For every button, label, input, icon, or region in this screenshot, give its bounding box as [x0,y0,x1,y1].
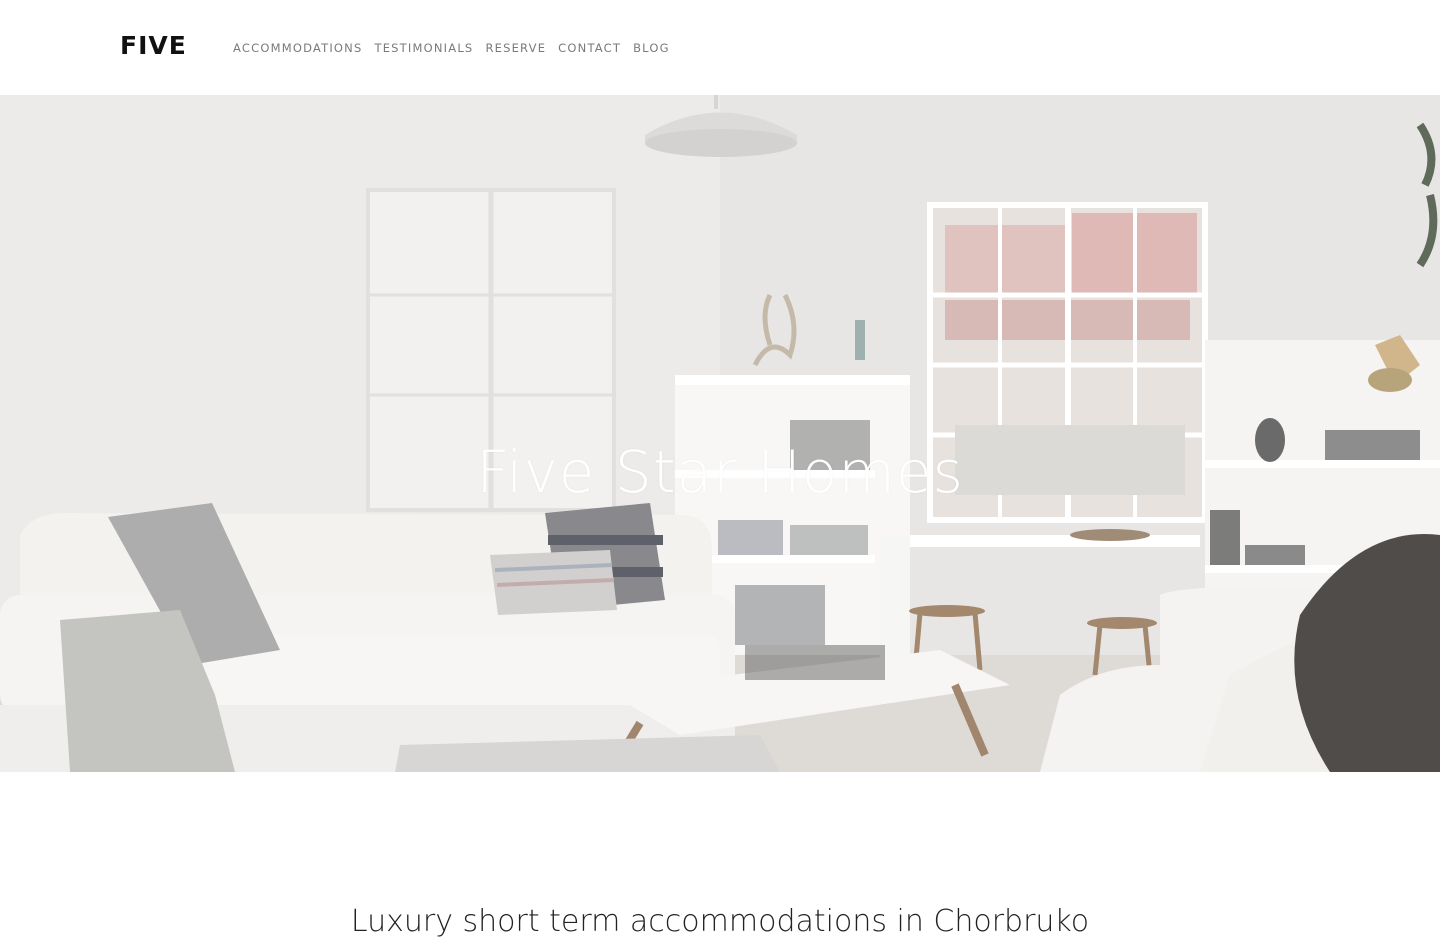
hero-title: Five Star Homes [476,437,964,506]
site-header: FIVE ACCOMMODATIONS TESTIMONIALS RESERVE… [0,0,1440,95]
main-nav: ACCOMMODATIONS TESTIMONIALS RESERVE CONT… [233,40,670,56]
nav-item-accommodations[interactable]: ACCOMMODATIONS [233,40,362,56]
nav-item-reserve[interactable]: RESERVE [485,40,546,56]
nav-item-blog[interactable]: BLOG [633,40,670,56]
nav-item-testimonials[interactable]: TESTIMONIALS [374,40,473,56]
site-logo[interactable]: FIVE [120,30,187,62]
intro-tagline: Luxury short term accommodations in Chor… [350,904,1090,939]
hero-banner: Five Star Homes [0,95,1440,772]
nav-item-contact[interactable]: CONTACT [558,40,621,56]
